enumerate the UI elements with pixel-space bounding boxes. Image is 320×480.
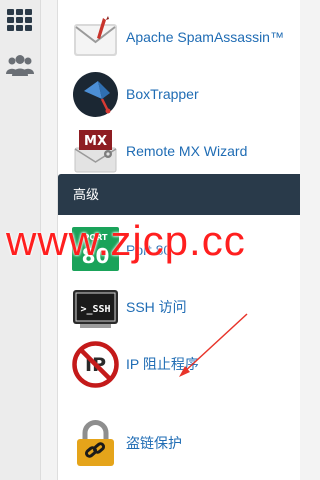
- list-item-remote-mx[interactable]: MX Remote MX Wizard: [72, 128, 297, 178]
- list-item-hotlink[interactable]: 盗链保护: [72, 420, 297, 470]
- ip-blocker-icon: IP: [72, 341, 119, 388]
- spamassassin-icon: [72, 14, 119, 61]
- list-item-spamassassin[interactable]: Apache SpamAssassin™: [72, 14, 297, 64]
- remote-mx-label: Remote MX Wizard: [126, 143, 248, 159]
- spamassassin-label: Apache SpamAssassin™: [126, 29, 284, 45]
- remote-mx-icon: MX: [72, 128, 119, 175]
- port80-badge-num: 80: [82, 244, 110, 268]
- boxtrapper-label: BoxTrapper: [126, 86, 199, 102]
- advanced-panel: 高级 PORT 80 Port 80 >_SSH SSH 访问 IP 阻止程序 …: [57, 174, 300, 480]
- list-item-boxtrapper[interactable]: BoxTrapper: [72, 71, 297, 121]
- hotlink-lock-icon: [72, 420, 119, 467]
- svg-text:MX: MX: [84, 134, 107, 149]
- port80-label: Port 80: [126, 242, 172, 258]
- left-rail: [0, 0, 41, 480]
- advanced-section-header[interactable]: 高级: [58, 174, 300, 215]
- port80-badge-top: PORT: [84, 233, 108, 242]
- email-tools-panel: Apache SpamAssassin™ BoxTrapper MX Remot…: [57, 0, 300, 187]
- grid-icon[interactable]: [4, 6, 36, 34]
- ssh-badge-text: >_SSH: [80, 304, 110, 315]
- boxtrapper-icon: [72, 71, 119, 118]
- ip-blocker-label: IP 阻止程序: [126, 356, 199, 372]
- users-icon[interactable]: [4, 52, 36, 80]
- hotlink-label: 盗链保护: [126, 435, 182, 451]
- port80-icon: PORT 80: [72, 227, 119, 274]
- list-item-ip-blocker[interactable]: IP IP 阻止程序: [72, 341, 297, 391]
- ssh-label: SSH 访问: [126, 299, 187, 315]
- ssh-terminal-icon: >_SSH: [72, 284, 119, 331]
- list-item-port80[interactable]: PORT 80 Port 80: [72, 227, 297, 277]
- list-item-ssh[interactable]: >_SSH SSH 访问: [72, 284, 297, 334]
